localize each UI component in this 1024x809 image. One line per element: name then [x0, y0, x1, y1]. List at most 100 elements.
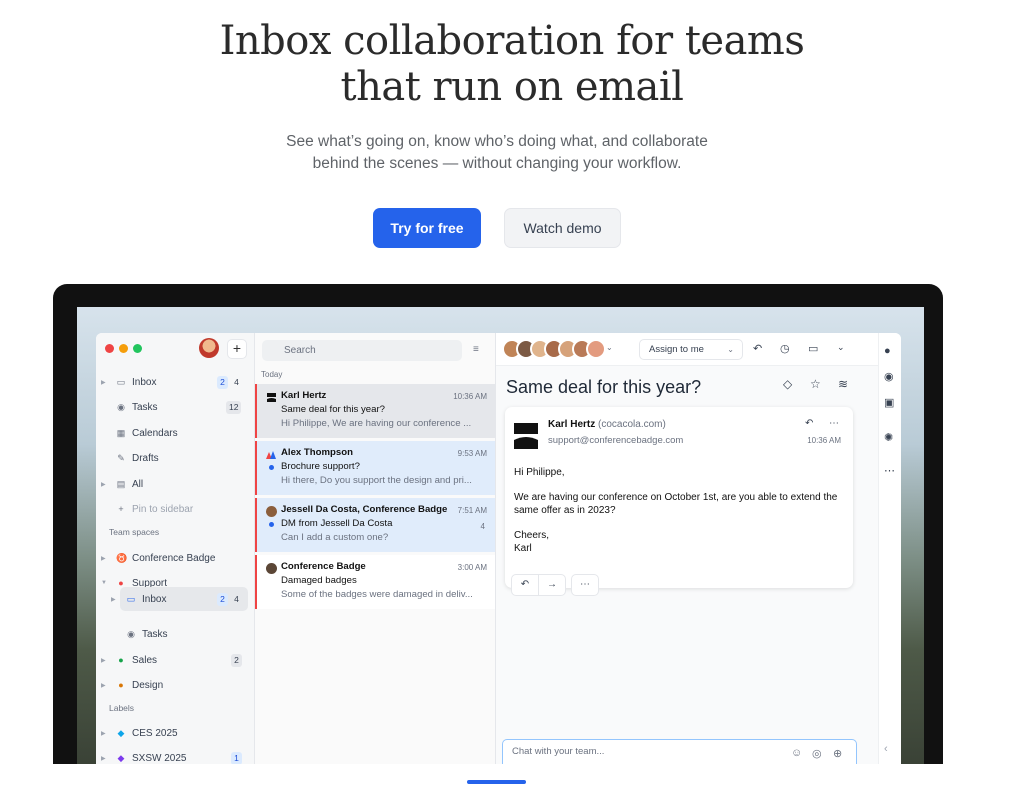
- conversation-preview: Can I add a custom one?: [281, 532, 389, 543]
- snooze-clock-icon[interactable]: ◷: [780, 342, 790, 355]
- hide-icon[interactable]: ≋: [838, 377, 848, 391]
- tag-icon[interactable]: ◇: [783, 377, 792, 391]
- hero-title-line1: Inbox collaboration for teams: [219, 18, 805, 64]
- chevron-right-icon[interactable]: ▶: [101, 682, 106, 689]
- conversation-subject: Brochure support?: [281, 461, 360, 472]
- right-rail: ● ◉ ▣ ✺ ⋯ ‹: [878, 333, 901, 764]
- sidebar-item-label: SXSW 2025: [132, 752, 187, 764]
- labels-heading: Labels: [109, 703, 135, 713]
- pin-to-sidebar[interactable]: + Pin to sidebar: [96, 498, 255, 520]
- conversation-subject: DM from Jessell Da Costa: [281, 518, 393, 529]
- star-icon[interactable]: ☆: [810, 377, 821, 391]
- count-badge: 12: [226, 400, 242, 414]
- reply-icon[interactable]: ↶: [805, 418, 813, 429]
- sidebar-item-sxsw-2025[interactable]: ▶ ◆ SXSW 2025 1: [96, 747, 255, 764]
- plus-icon: +: [118, 504, 124, 514]
- chevron-right-icon[interactable]: ▶: [101, 657, 106, 664]
- chevron-right-icon[interactable]: ▶: [101, 379, 106, 386]
- pencil-icon: ✎: [117, 453, 125, 463]
- conversation-time: 9:53 AM: [457, 449, 487, 458]
- day-heading: Today: [261, 370, 283, 379]
- chevron-down-icon[interactable]: ⌄: [727, 340, 734, 359]
- sidebar-item-ces-2025[interactable]: ▶ ◆ CES 2025: [96, 722, 255, 744]
- list-item[interactable]: Alex Thompson Brochure support? Hi there…: [255, 441, 495, 495]
- sender-avatar: [266, 506, 277, 517]
- filter-icon[interactable]: ≡: [473, 344, 479, 355]
- check-circle-icon[interactable]: ◉: [884, 370, 894, 383]
- list-item[interactable]: Jessell Da Costa, Conference Badge DM fr…: [255, 498, 495, 552]
- chevron-down-icon[interactable]: ⌄: [837, 342, 845, 353]
- close-window-dot[interactable]: [105, 344, 114, 353]
- sidebar-item-all[interactable]: ▶ ▤ All: [96, 473, 255, 495]
- hero-subtitle-line2: behind the scenes — without changing you…: [312, 155, 682, 172]
- conversation-subject: Same deal for this year?: [281, 404, 385, 415]
- chevron-right-icon[interactable]: ▶: [101, 481, 106, 488]
- sidebar-item-inbox[interactable]: ▶ ▭ Inbox 2 4: [96, 371, 255, 393]
- reply-icon[interactable]: ↶: [753, 342, 762, 355]
- app-window: + ▶ ▭ Inbox 2 4 ◉ Tasks 12 ▦ Calendars ✎…: [96, 333, 901, 764]
- list-item[interactable]: Conference Badge Damaged badges Some of …: [255, 555, 495, 609]
- chevron-right-icon[interactable]: ▶: [101, 755, 106, 762]
- more-icon[interactable]: ⋯: [884, 464, 895, 477]
- sidebar-item-conference-badge[interactable]: ▶ ♉ Conference Badge: [96, 547, 255, 569]
- add-icon[interactable]: ⊕: [833, 747, 842, 760]
- chevron-right-icon[interactable]: ▶: [101, 555, 106, 562]
- inbox-icon: ▭: [126, 594, 136, 604]
- forward-icon[interactable]: →: [538, 574, 566, 596]
- carousel-indicator[interactable]: [467, 780, 526, 784]
- reply-icon[interactable]: ↶: [511, 574, 539, 596]
- teammate-avatars[interactable]: ⌄: [502, 339, 614, 359]
- sidebar-item-tasks[interactable]: ◉ Tasks 12: [96, 396, 255, 418]
- assign-label: Assign to me: [649, 344, 704, 355]
- calendar-icon[interactable]: ▣: [884, 396, 894, 409]
- watch-demo-button[interactable]: Watch demo: [504, 208, 621, 248]
- collapse-icon[interactable]: ‹: [884, 743, 888, 755]
- sidebar-item-label: CES 2025: [132, 727, 178, 739]
- chevron-right-icon[interactable]: ▶: [111, 596, 116, 603]
- contact-icon[interactable]: ●: [884, 345, 891, 357]
- conversation-preview: Some of the badges were damaged in deliv…: [281, 589, 473, 600]
- hero-title-line2: that run on email: [340, 64, 684, 110]
- sidebar-item-label: Tasks: [142, 628, 168, 640]
- compose-button[interactable]: +: [227, 339, 247, 359]
- chevron-down-icon[interactable]: ⌄: [606, 343, 613, 352]
- chevron-right-icon[interactable]: ▶: [101, 730, 106, 737]
- sidebar-item-support-inbox[interactable]: ▶ ▭ Inbox 2 4: [111, 587, 248, 611]
- archive-icon[interactable]: ▭: [808, 342, 818, 355]
- sidebar-item-sales[interactable]: ▶ ● Sales 2: [96, 649, 255, 671]
- archive-icon: ▤: [116, 479, 126, 489]
- minimize-window-dot[interactable]: [119, 344, 128, 353]
- ai-icon[interactable]: ✺: [884, 431, 893, 444]
- message-sender: Karl Hertz (cocacola.com): [548, 419, 666, 430]
- check-circle-icon[interactable]: ◎: [812, 747, 822, 760]
- sidebar-item-calendars[interactable]: ▦ Calendars: [96, 422, 255, 444]
- count-badge: 1: [231, 751, 242, 764]
- maximize-window-dot[interactable]: [133, 344, 142, 353]
- sidebar-item-support-tasks[interactable]: ◉ Tasks: [96, 623, 255, 645]
- assign-to-me-button[interactable]: Assign to me ⌄: [639, 339, 743, 360]
- chevron-down-icon[interactable]: ▼: [101, 580, 107, 586]
- conversation-subject: Damaged badges: [281, 575, 357, 586]
- sidebar: + ▶ ▭ Inbox 2 4 ◉ Tasks 12 ▦ Calendars ✎…: [96, 333, 255, 764]
- try-for-free-button[interactable]: Try for free: [373, 208, 481, 248]
- emoji-icon[interactable]: ☺: [791, 747, 802, 759]
- sidebar-item-drafts[interactable]: ✎ Drafts: [96, 447, 255, 469]
- unread-dot: [269, 465, 274, 470]
- sidebar-item-design[interactable]: ▶ ● Design: [96, 674, 255, 696]
- search-input[interactable]: Search: [262, 340, 462, 361]
- reading-pane: ⌄ Assign to me ⌄ ↶ ◷ ▭ ⌄ Same deal for t…: [496, 333, 878, 764]
- sidebar-item-label: Design: [132, 679, 164, 691]
- design-team-icon: ●: [118, 680, 124, 690]
- team-chat-input[interactable]: Chat with your team...: [502, 739, 857, 764]
- message-count: 4: [480, 522, 485, 531]
- user-avatar[interactable]: [199, 338, 219, 358]
- sidebar-item-label: Calendars: [132, 427, 178, 439]
- sidebar-item-label: Drafts: [132, 452, 159, 464]
- more-icon[interactable]: ⋯: [571, 574, 599, 596]
- teammate-avatar[interactable]: [586, 339, 606, 359]
- conversation-list: ⌕ Search ≡ Today Karl Hertz Same deal fo…: [255, 333, 496, 764]
- list-item[interactable]: Karl Hertz Same deal for this year? Hi P…: [255, 384, 495, 438]
- sender-logo-icon: [514, 423, 538, 449]
- hero-subtitle-line1: See what’s going on, know who’s doing wh…: [286, 133, 708, 150]
- more-icon[interactable]: ⋯: [829, 418, 839, 429]
